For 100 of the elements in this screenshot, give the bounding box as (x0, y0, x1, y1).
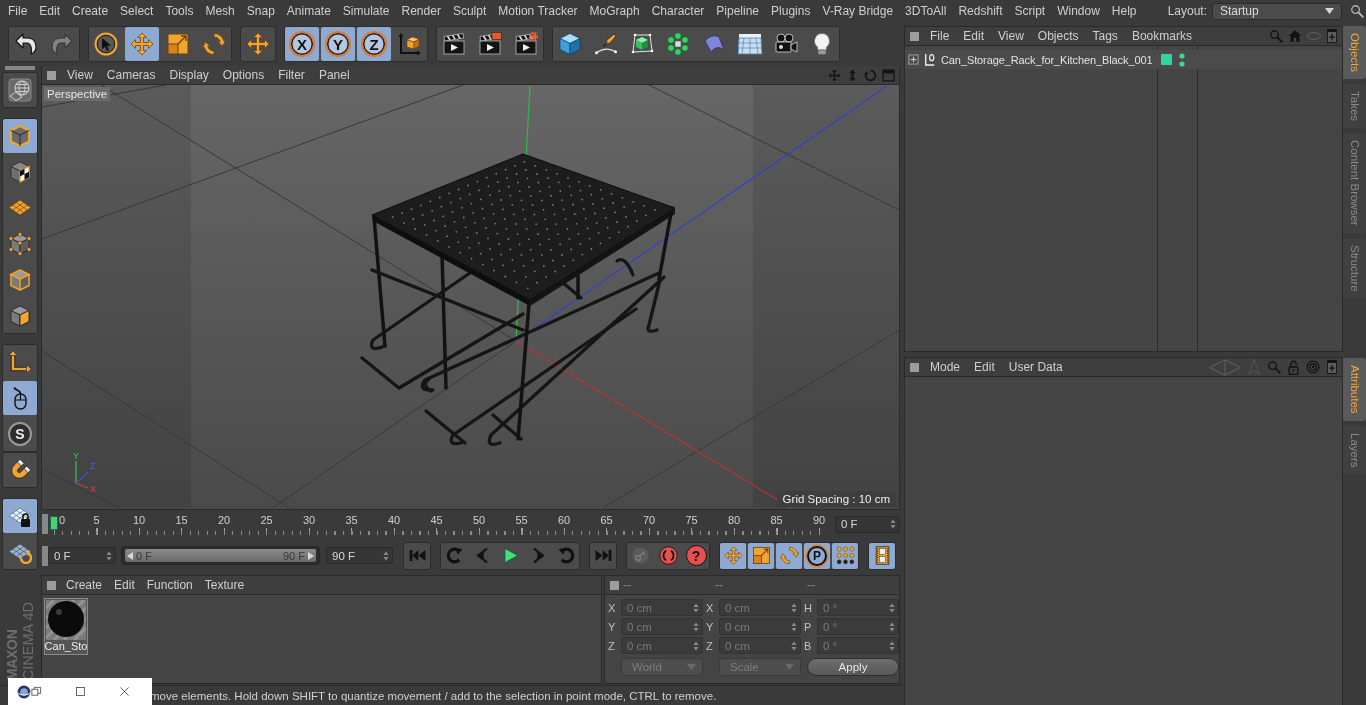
panel-grip-icon[interactable] (910, 362, 919, 372)
keyframe-selection-button[interactable]: ? (683, 542, 709, 569)
layout-dropdown[interactable]: Startup (1212, 2, 1342, 20)
menu-item[interactable]: 3DToAll (899, 0, 953, 22)
make-editable-button[interactable] (2, 72, 38, 108)
menu-item[interactable]: Create (66, 0, 115, 22)
axis-lock-button[interactable]: Y (321, 27, 355, 61)
menu-item[interactable]: Simulate (336, 0, 396, 22)
snap-button[interactable] (2, 452, 38, 488)
panel-grip-icon[interactable] (47, 70, 56, 80)
timeline-ruler[interactable]: 0 5 10 15 20 25 30 35 40 45 50 55 60 65 70 75 80 85 90 (50, 513, 828, 535)
menu-item[interactable]: Function (140, 576, 199, 594)
menu-item[interactable]: Motion Tracker (492, 0, 584, 22)
visibility-dots-icon[interactable] (1179, 52, 1185, 67)
playhead-marker[interactable] (50, 516, 58, 530)
new-panel-icon[interactable] (1326, 360, 1338, 374)
point-level-key-button[interactable] (832, 542, 858, 569)
menu-item[interactable]: Edit (967, 358, 1002, 376)
menu-item[interactable]: Redshift (952, 0, 1009, 22)
menu-item[interactable]: Tags (1085, 27, 1125, 45)
menu-item[interactable]: File (2, 0, 34, 22)
menu-item[interactable]: Filter (271, 66, 312, 84)
panel-grip-icon[interactable] (47, 580, 56, 590)
menu-item[interactable]: Mesh (199, 0, 241, 22)
panel-grip-icon[interactable] (910, 31, 919, 41)
home-icon[interactable] (1288, 29, 1302, 43)
menu-item[interactable]: Snap (240, 0, 281, 22)
menu-item[interactable]: Window (1051, 0, 1106, 22)
panel-grip-icon[interactable] (42, 514, 48, 534)
clapperboard-window-icon (478, 32, 502, 56)
menu-item[interactable]: Objects (1030, 27, 1086, 45)
menu-item[interactable]: Edit (33, 0, 67, 22)
menu-item[interactable]: Script (1008, 0, 1052, 22)
close-button[interactable] (119, 686, 130, 697)
go-to-end-button[interactable] (589, 541, 617, 570)
panel-grip-icon[interactable] (42, 545, 48, 566)
maximize-button[interactable] (75, 686, 86, 697)
menu-item[interactable]: Mode (923, 358, 968, 376)
menu-item[interactable]: Edit (108, 576, 141, 594)
menu-item[interactable]: View (60, 66, 100, 84)
spinner-arrows-icon[interactable] (383, 550, 389, 561)
menu-item[interactable]: Sculpt (446, 0, 493, 22)
storage-rack-model[interactable] (360, 153, 676, 447)
menu-item[interactable]: Display (162, 66, 216, 84)
camera-label[interactable]: Perspective (44, 87, 111, 101)
frame-number: 0 (59, 514, 66, 527)
axis-lock-button[interactable]: Z (357, 27, 391, 61)
search-icon[interactable] (1350, 4, 1364, 18)
menu-item[interactable]: Panel (311, 66, 357, 84)
tweak-mode-button[interactable] (3, 381, 37, 415)
menu-item[interactable]: Render (395, 0, 447, 22)
restore-button[interactable] (31, 686, 42, 697)
go-to-start-button[interactable] (403, 541, 431, 570)
new-panel-icon[interactable] (1326, 29, 1338, 43)
menu-item[interactable]: Character (645, 0, 711, 22)
menu-item[interactable]: Cameras (99, 66, 163, 84)
right-arrow-icon[interactable] (308, 551, 314, 560)
object-row[interactable]: Can_Storage_Rack_for_Kitchen_Black_001 (905, 50, 1342, 69)
spinner-arrows-icon[interactable] (890, 519, 896, 529)
menu-item[interactable]: Plugins (765, 0, 817, 22)
material-item[interactable]: Can_Sto (44, 598, 88, 655)
menu-item[interactable]: Pipeline (710, 0, 766, 22)
menu-item[interactable]: Edit (956, 27, 992, 45)
rotation-key-button[interactable] (776, 542, 802, 569)
sphere-preview-icon (46, 600, 86, 640)
menu-item[interactable]: Options (215, 66, 272, 84)
menu-item[interactable]: User Data (1001, 358, 1070, 376)
menu-item[interactable]: Create (60, 576, 109, 594)
menu-item[interactable]: Texture (198, 576, 251, 594)
menu-item[interactable]: V-Ray Bridge (816, 0, 900, 22)
position-key-button[interactable] (720, 542, 746, 569)
axes-cube-icon (398, 32, 422, 56)
toolbar-grip-icon[interactable] (5, 66, 35, 70)
move-tool-button[interactable] (240, 26, 276, 62)
left-arrow-icon[interactable] (127, 551, 133, 560)
model-mode-button[interactable] (3, 119, 37, 153)
parameter-key-button[interactable]: P (804, 542, 830, 569)
locked-workplane-button[interactable] (3, 499, 37, 533)
axis-lock-button[interactable]: X (285, 27, 319, 61)
menu-item[interactable]: Tools (159, 0, 200, 22)
menu-item[interactable]: Help (1105, 0, 1143, 22)
menu-item[interactable]: MoGraph (583, 0, 646, 22)
scale-key-button[interactable] (748, 542, 774, 569)
menu-item[interactable]: Select (114, 0, 160, 22)
layer-swatch-icon[interactable] (1161, 54, 1172, 65)
cube-edges-icon (8, 268, 32, 292)
current-frame-field[interactable]: 0 F (835, 515, 900, 533)
menu-item[interactable]: File (923, 27, 957, 45)
menu-item[interactable]: Animate (280, 0, 337, 22)
timeline-button[interactable] (868, 541, 896, 570)
spinner-arrows-icon[interactable] (106, 550, 112, 561)
menu-item[interactable]: View (991, 27, 1031, 45)
redo-arrow-icon (50, 32, 74, 56)
menu-item[interactable]: Bookmarks (1124, 27, 1199, 45)
viewport-canvas[interactable]: Perspective Y Z X Grid Spacing : 10 cm (42, 85, 899, 509)
expand-icon[interactable] (908, 54, 919, 65)
end-frame-field[interactable]: 90 F (326, 547, 393, 564)
panel-grip-icon[interactable] (610, 580, 619, 590)
start-frame-field[interactable]: 0 F (48, 547, 116, 564)
frame-number: 35 (345, 514, 358, 527)
